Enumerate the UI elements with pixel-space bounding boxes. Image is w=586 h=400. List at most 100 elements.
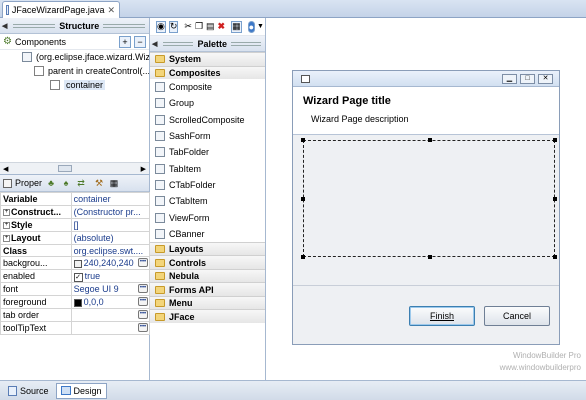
property-row[interactable]: enabled ✓ true bbox=[0, 269, 151, 284]
property-row[interactable]: Class org.eclipse.swt.... bbox=[0, 243, 151, 258]
grip-icon[interactable] bbox=[13, 23, 56, 28]
ellipsis-button[interactable]: ••• bbox=[138, 258, 148, 268]
tree-scrollbar[interactable]: ◀ ▶ bbox=[0, 162, 149, 174]
resize-handle[interactable] bbox=[553, 197, 557, 201]
palette-category-system[interactable]: System bbox=[150, 52, 265, 66]
grip-icon[interactable] bbox=[230, 41, 261, 46]
goto-definition-icon[interactable]: ♠ bbox=[60, 177, 72, 189]
ellipsis-button[interactable]: ••• bbox=[138, 310, 148, 320]
resize-handle[interactable] bbox=[301, 255, 305, 259]
tab-source[interactable]: Source bbox=[3, 383, 54, 399]
palette-category[interactable]: Layouts bbox=[150, 241, 265, 256]
palette-item[interactable]: TabItem bbox=[150, 160, 265, 176]
collapse-all-icon[interactable]: − bbox=[134, 35, 146, 48]
cancel-button[interactable]: Cancel bbox=[484, 306, 550, 326]
palette-category[interactable]: Menu bbox=[150, 295, 265, 310]
palette-item[interactable]: SashForm bbox=[150, 128, 265, 144]
palette-item[interactable]: Group bbox=[150, 95, 265, 111]
property-name: + Construct... bbox=[0, 204, 72, 219]
ellipsis-button[interactable]: ••• bbox=[138, 284, 148, 294]
show-events-icon[interactable]: ♣ bbox=[45, 177, 57, 189]
expand-icon[interactable]: + bbox=[3, 221, 10, 229]
ellipsis-button[interactable]: ••• bbox=[138, 297, 148, 307]
palette-item[interactable]: CTabItem bbox=[150, 193, 265, 209]
palette-category[interactable]: JFace bbox=[150, 309, 265, 323]
property-row[interactable]: backgrou... 240,240,240 ••• bbox=[0, 256, 151, 271]
property-row[interactable]: font Segoe UI 9 ••• bbox=[0, 282, 151, 297]
resize-handle[interactable] bbox=[301, 138, 305, 142]
property-value[interactable]: Segoe UI 9 ••• bbox=[70, 282, 151, 297]
palette-item[interactable]: CTabFolder bbox=[150, 177, 265, 193]
grip-icon[interactable] bbox=[163, 41, 194, 46]
design-canvas[interactable]: ▁ □ ✕ Wizard Page title Wizard Page desc… bbox=[266, 18, 586, 380]
ellipsis-button[interactable]: ••• bbox=[138, 322, 148, 332]
property-row[interactable]: + Construct... (Constructor pr... bbox=[0, 204, 151, 219]
expand-icon[interactable]: + bbox=[3, 234, 10, 242]
palette-item[interactable]: TabFolder bbox=[150, 144, 265, 160]
tree-item-container[interactable]: container bbox=[0, 78, 149, 92]
component-icon bbox=[155, 114, 165, 125]
finish-button[interactable]: Finish bbox=[409, 306, 475, 326]
property-row[interactable]: + Layout (absolute) bbox=[0, 230, 151, 245]
palette-item[interactable]: ScrolledComposite bbox=[150, 112, 265, 128]
property-value[interactable]: ••• bbox=[70, 320, 151, 335]
tree-item-parent[interactable]: parent in createControl(... bbox=[0, 64, 149, 78]
property-value[interactable]: 0,0,0 ••• bbox=[70, 295, 151, 310]
palette-category[interactable]: Nebula bbox=[150, 268, 265, 283]
composite-icon bbox=[50, 80, 60, 90]
property-value[interactable]: ✓ true bbox=[70, 269, 151, 284]
grip-icon[interactable] bbox=[103, 23, 145, 28]
chevron-down-icon[interactable]: ▼ bbox=[257, 23, 264, 30]
container-selection[interactable] bbox=[301, 138, 557, 259]
resize-handle[interactable] bbox=[301, 197, 305, 201]
resize-handle[interactable] bbox=[428, 138, 432, 142]
property-value[interactable]: [] bbox=[70, 217, 151, 232]
palette-category-composites[interactable]: Composites bbox=[150, 65, 265, 79]
copy-icon[interactable]: ❐ bbox=[195, 21, 203, 33]
property-value[interactable]: ••• bbox=[70, 308, 151, 322]
resize-handle[interactable] bbox=[553, 138, 557, 142]
minimize-icon[interactable]: ▁ bbox=[502, 73, 517, 84]
palette-item[interactable]: Composite bbox=[150, 79, 265, 95]
tab-design[interactable]: Design bbox=[55, 382, 107, 399]
close-icon[interactable]: ✕ bbox=[107, 5, 115, 16]
resize-handle[interactable] bbox=[553, 255, 557, 259]
maximize-icon[interactable]: □ bbox=[520, 73, 535, 84]
cut-icon[interactable]: ✂ bbox=[184, 21, 192, 33]
property-name: Variable bbox=[0, 192, 72, 206]
palette-category[interactable]: Forms API bbox=[150, 282, 265, 296]
property-value[interactable]: container bbox=[70, 192, 151, 206]
resize-handle[interactable] bbox=[428, 255, 432, 259]
components-icon: ⚙ bbox=[3, 36, 12, 47]
defaults-icon[interactable]: ▦ bbox=[108, 177, 120, 189]
layout-icon[interactable]: ▦ bbox=[231, 20, 242, 33]
palette-item[interactable]: CBanner bbox=[150, 226, 265, 242]
wizard-dialog-preview[interactable]: ▁ □ ✕ Wizard Page title Wizard Page desc… bbox=[292, 70, 560, 345]
advanced-properties-icon[interactable]: ⚒ bbox=[93, 177, 105, 189]
delete-icon[interactable]: ✖ bbox=[218, 21, 226, 33]
convert-local-icon[interactable]: ⇄ bbox=[75, 177, 87, 189]
palette-item[interactable]: ViewForm bbox=[150, 209, 265, 225]
property-row[interactable]: tab order ••• bbox=[0, 308, 151, 322]
collapse-arrow-icon[interactable]: ◀ bbox=[2, 22, 7, 30]
collapse-arrow-icon[interactable]: ◀ bbox=[152, 40, 157, 48]
checkbox-icon[interactable]: ✓ bbox=[73, 272, 83, 282]
property-value[interactable]: (absolute) bbox=[70, 230, 151, 245]
property-value[interactable]: 240,240,240 ••• bbox=[70, 256, 151, 271]
tree-item-root[interactable]: (org.eclipse.jface.wizard.Wiz bbox=[0, 50, 149, 64]
palette-category[interactable]: Controls bbox=[150, 255, 265, 269]
test-gui-icon[interactable]: ◉ bbox=[156, 20, 166, 33]
expand-all-icon[interactable]: + bbox=[119, 35, 131, 48]
property-row[interactable]: toolTipText ••• bbox=[0, 320, 151, 335]
globe-icon[interactable]: ● bbox=[247, 20, 256, 33]
property-value[interactable]: (Constructor pr... bbox=[70, 204, 151, 219]
property-row[interactable]: foreground 0,0,0 ••• bbox=[0, 295, 151, 310]
close-window-icon[interactable]: ✕ bbox=[538, 73, 553, 84]
refresh-icon[interactable]: ↻ bbox=[168, 20, 179, 33]
property-row[interactable]: + Style[] bbox=[0, 217, 151, 232]
property-value[interactable]: org.eclipse.swt.... bbox=[70, 243, 151, 258]
editor-tab[interactable]: JFaceWizardPage.java ✕ bbox=[2, 1, 120, 18]
paste-icon[interactable]: ▤ bbox=[206, 21, 215, 33]
expand-icon[interactable]: + bbox=[3, 208, 10, 216]
property-row[interactable]: Variable container bbox=[0, 192, 151, 206]
